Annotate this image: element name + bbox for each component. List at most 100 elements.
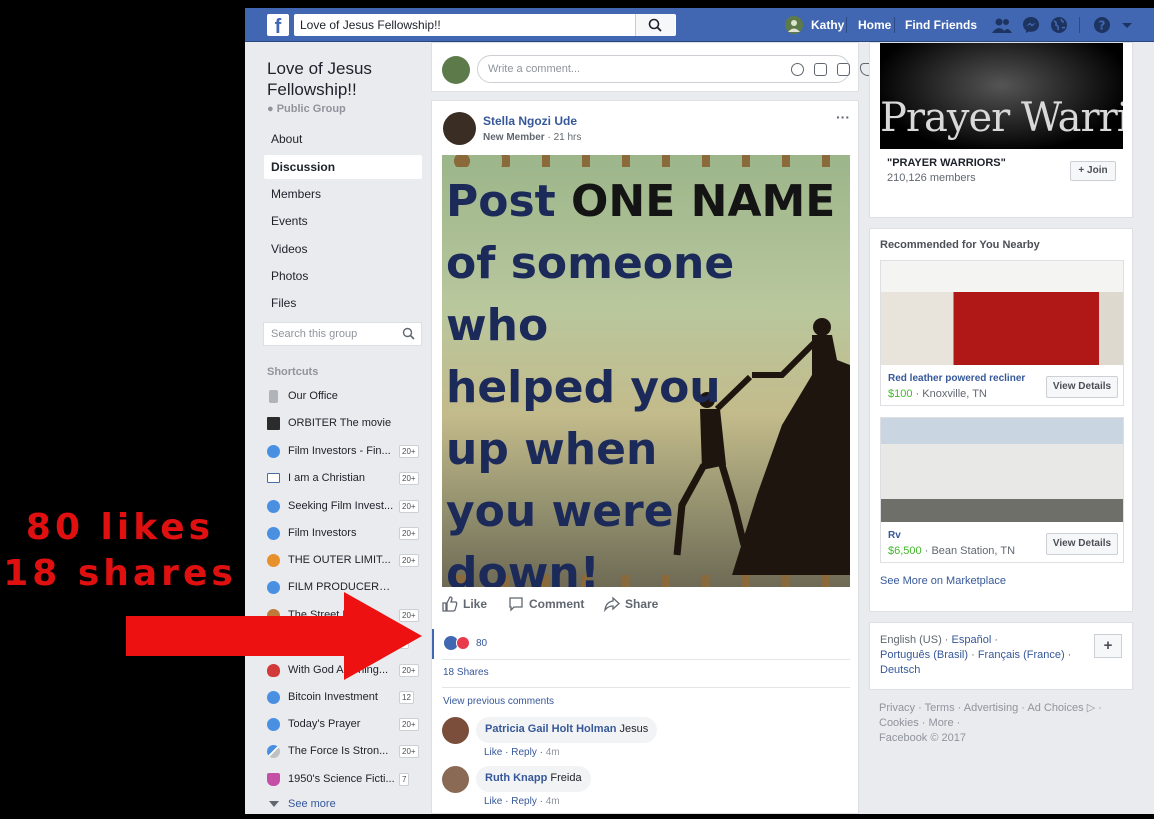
post-time[interactable]: 21 hrs (554, 132, 582, 143)
gif-icon[interactable] (837, 63, 850, 76)
footer-link[interactable]: Terms (925, 702, 955, 714)
shortcut-label: Seeking Film Invest... (288, 500, 394, 512)
suggested-group-image[interactable]: Prayer Warriors (880, 43, 1123, 149)
reactions-summary[interactable]: 80 (432, 629, 860, 659)
caption-line: of someone who (446, 238, 735, 351)
comment-like-link[interactable]: Like (484, 747, 502, 758)
globe-small-icon: ● (267, 103, 277, 115)
footer-link[interactable]: More (929, 717, 954, 729)
comment-reply-link[interactable]: Reply (511, 747, 537, 758)
camera-icon[interactable] (814, 63, 827, 76)
home-link[interactable]: Home (858, 18, 891, 32)
caption-line: you were (446, 486, 674, 537)
language-option[interactable]: Français (France) (978, 649, 1065, 661)
post-author[interactable]: Stella Ngozi Ude (483, 114, 577, 128)
shortcut-item[interactable]: Film Investors 20+ (267, 525, 422, 543)
shortcut-count: 20+ (399, 745, 419, 758)
search-icon (648, 18, 662, 32)
see-more-marketplace-link[interactable]: See More on Marketplace (880, 575, 1006, 587)
post-options-icon[interactable]: ··· (836, 109, 850, 125)
language-option[interactable]: Español (952, 634, 992, 646)
shortcut-item[interactable]: Our Office (267, 388, 422, 406)
group-privacy: ● Public Group (267, 103, 346, 115)
search-input[interactable]: Love of Jesus Fellowship!! (294, 14, 676, 36)
feed: Write a comment... Stella Ngozi Ude New … (431, 42, 873, 814)
view-details-button[interactable]: View Details (1046, 376, 1118, 398)
facebook-logo[interactable]: f (267, 14, 289, 36)
find-friends-link[interactable]: Find Friends (905, 18, 977, 32)
item-name: Rv (888, 530, 901, 541)
shortcut-item[interactable]: Film Investors - Fin... 20+ (267, 443, 422, 461)
comment-author[interactable]: Ruth Knapp (485, 772, 547, 784)
language-option[interactable]: Deutsch (880, 664, 920, 676)
marketplace-item[interactable]: Red leather powered recliner $100 · Knox… (880, 260, 1124, 406)
footer-link[interactable]: Privacy (879, 702, 915, 714)
group-title[interactable]: Love of Jesus Fellowship!! (267, 58, 417, 100)
comment-button[interactable]: Comment (529, 597, 584, 611)
post-image[interactable]: Post ONE NAME of someone who helped you … (442, 155, 850, 587)
star-icon (267, 417, 280, 430)
language-current: English (US) (880, 634, 942, 646)
nav-videos[interactable]: Videos (264, 237, 422, 261)
group-icon (267, 445, 280, 458)
shortcut-item[interactable]: Bitcoin Investment 12 (267, 689, 422, 707)
dropdown-icon[interactable] (1121, 16, 1133, 34)
profile-link[interactable]: Kathy (811, 18, 844, 32)
decorative-border (442, 155, 850, 167)
footer: Privacy · Terms · Advertising · Ad Choic… (879, 702, 1102, 744)
shortcut-count: 20+ (399, 445, 419, 458)
marketplace-item[interactable]: Rv $6,500 · Bean Station, TN View Detail… (880, 417, 1124, 563)
share-button[interactable]: Share (625, 597, 658, 611)
shortcut-item[interactable]: The Force Is Stron... 20+ (267, 743, 422, 761)
suggested-group-name[interactable]: "PRAYER WARRIORS" (887, 157, 1006, 169)
like-button[interactable]: Like (463, 597, 487, 611)
avatar[interactable] (442, 717, 469, 744)
view-previous-comments[interactable]: View previous comments (443, 696, 554, 707)
nav-about[interactable]: About (264, 127, 422, 151)
nav-events[interactable]: Events (264, 209, 422, 233)
help-icon[interactable]: ? (1093, 16, 1111, 34)
comment-bubble: Patricia Gail Holt Holman Jesus (476, 717, 658, 743)
shortcut-item[interactable]: Seeking Film Invest... 20+ (267, 498, 422, 516)
comment-like-link[interactable]: Like (484, 796, 502, 807)
comment-bubble: Ruth Knapp Freida (476, 766, 591, 792)
shortcut-item[interactable]: I am a Christian 20+ (267, 470, 422, 488)
comment-input[interactable]: Write a comment... (477, 55, 873, 83)
left-sidebar: Love of Jesus Fellowship!! ● Public Grou… (245, 42, 430, 814)
messenger-icon[interactable] (1022, 16, 1040, 34)
see-more-link[interactable]: See more (267, 796, 422, 814)
language-list: English (US) · Español · Português (Bras… (880, 634, 1072, 676)
comment-author[interactable]: Patricia Gail Holt Holman (485, 723, 616, 735)
shortcut-item[interactable]: ORBITER The movie (267, 415, 422, 433)
group-search-input[interactable]: Search this group (263, 322, 422, 346)
nav-files[interactable]: Files (264, 291, 422, 315)
join-button[interactable]: + Join (1070, 161, 1116, 181)
shortcut-label: Our Office (288, 390, 338, 402)
caption-word: ONE NAME (571, 176, 836, 227)
add-language-button[interactable]: + (1094, 634, 1122, 658)
footer-link[interactable]: Cookies (879, 717, 919, 729)
view-details-button[interactable]: View Details (1046, 533, 1118, 555)
footer-link[interactable]: Advertising (964, 702, 1018, 714)
shortcut-item[interactable]: THE OUTER LIMIT... 20+ (267, 552, 422, 570)
post-card: Stella Ngozi Ude New Member · 21 hrs ··· (431, 100, 859, 814)
language-option[interactable]: Português (Brasil) (880, 649, 968, 661)
comment-time[interactable]: 4m (546, 747, 560, 758)
avatar[interactable] (442, 766, 469, 793)
shortcut-item[interactable]: 1950's Science Ficti... 7 (267, 771, 422, 789)
avatar[interactable] (443, 112, 476, 145)
nav-discussion[interactable]: Discussion (264, 155, 422, 179)
shortcut-item[interactable]: Today's Prayer 20+ (267, 716, 422, 734)
emoji-icon[interactable] (791, 63, 804, 76)
globe-icon[interactable] (1050, 16, 1068, 34)
nav-members[interactable]: Members (264, 182, 422, 206)
shares-count[interactable]: 18 Shares (443, 667, 489, 678)
comment-time[interactable]: 4m (546, 796, 560, 807)
user-avatar-icon[interactable] (785, 16, 803, 34)
shortcut-count: 20+ (399, 472, 419, 485)
search-button[interactable] (635, 14, 675, 36)
footer-link[interactable]: Ad Choices (1027, 702, 1083, 714)
nav-photos[interactable]: Photos (264, 264, 422, 288)
comment-reply-link[interactable]: Reply (511, 796, 537, 807)
friends-icon[interactable] (991, 16, 1013, 34)
